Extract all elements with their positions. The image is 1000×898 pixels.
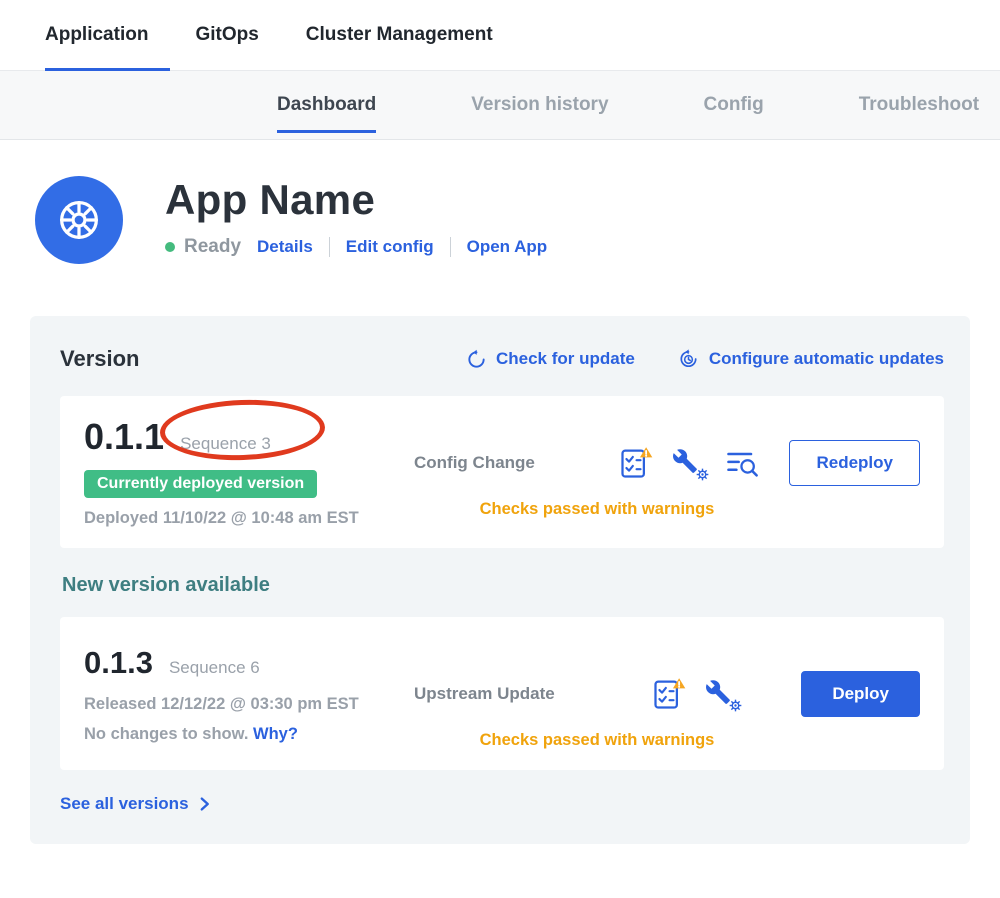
no-changes-line: No changes to show. Why? — [84, 725, 414, 744]
new-version-card: 0.1.3 Sequence 6 Released 12/12/22 @ 03:… — [60, 617, 944, 770]
current-sequence-label: Sequence 3 — [180, 434, 271, 454]
deployed-timestamp: Deployed 11/10/22 @ 10:48 am EST — [84, 509, 414, 528]
new-version-actions: Upstream Update — [414, 637, 920, 750]
primary-nav: Application GitOps Cluster Management — [0, 0, 1000, 71]
app-header-text: App Name Ready Details Edit config Open … — [165, 176, 547, 258]
current-version-number: 0.1.1 — [84, 416, 164, 458]
view-diff-icon[interactable] — [724, 445, 760, 481]
current-version-icons — [589, 445, 789, 481]
app-meta-row: Ready Details Edit config Open App — [165, 236, 547, 258]
gear-icon — [729, 699, 742, 712]
version-section: Version Check for update Configure autom… — [30, 316, 970, 844]
gear-icon — [696, 468, 709, 481]
tab-config[interactable]: Config — [704, 71, 764, 139]
status-label: Ready — [184, 236, 241, 258]
current-checks-status: Checks passed with warnings — [414, 500, 780, 519]
configure-automatic-updates-button[interactable]: Configure automatic updates — [677, 348, 944, 370]
version-section-title: Version — [60, 346, 424, 372]
deploy-button[interactable]: Deploy — [801, 671, 920, 717]
divider — [329, 237, 330, 257]
current-version-actions: Config Change — [414, 416, 920, 528]
released-timestamp: Released 12/12/22 @ 03:30 pm EST — [84, 695, 414, 714]
preflight-checks-warning-icon[interactable] — [618, 445, 654, 481]
no-changes-text: No changes to show. — [84, 725, 248, 743]
new-version-action-row: Upstream Update — [414, 671, 920, 717]
current-version-action-row: Config Change — [414, 440, 920, 486]
new-version-heading: New version available — [62, 574, 944, 597]
app-status: Ready — [165, 236, 241, 258]
new-version-icons — [589, 676, 801, 712]
kubernetes-logo — [35, 176, 123, 264]
why-link[interactable]: Why? — [253, 725, 298, 743]
top-tab-gitops[interactable]: GitOps — [195, 0, 258, 70]
config-wrench-icon[interactable] — [705, 677, 739, 711]
tab-troubleshoot[interactable]: Troubleshoot — [859, 71, 979, 139]
status-dot — [165, 242, 175, 252]
open-app-link[interactable]: Open App — [467, 237, 548, 257]
current-version-card: 0.1.1 Sequence 3 Currently deployed vers… — [60, 396, 944, 548]
current-version-row: 0.1.1 Sequence 3 — [84, 416, 414, 458]
config-wrench-icon[interactable] — [672, 446, 706, 480]
see-all-versions-label: See all versions — [60, 794, 189, 814]
check-for-update-button[interactable]: Check for update — [466, 349, 635, 370]
app-sub-nav: Dashboard Version history Config Trouble… — [0, 71, 1000, 140]
see-all-versions-link[interactable]: See all versions — [60, 794, 211, 814]
divider — [450, 237, 451, 257]
check-for-update-label: Check for update — [496, 349, 635, 369]
chevron-right-icon — [198, 796, 211, 812]
preflight-checks-warning-icon[interactable] — [651, 676, 687, 712]
new-version-info: 0.1.3 Sequence 6 Released 12/12/22 @ 03:… — [84, 637, 414, 750]
app-header: App Name Ready Details Edit config Open … — [0, 140, 1000, 264]
tab-version-history[interactable]: Version history — [471, 71, 608, 139]
new-sequence-label: Sequence 6 — [169, 658, 260, 678]
kubernetes-wheel-icon — [53, 194, 105, 246]
configure-automatic-updates-label: Configure automatic updates — [709, 349, 944, 369]
top-tab-cluster-management[interactable]: Cluster Management — [306, 0, 493, 70]
top-tab-application[interactable]: Application — [45, 0, 148, 70]
edit-config-link[interactable]: Edit config — [346, 237, 434, 257]
deployed-badge: Currently deployed version — [84, 470, 317, 498]
details-link[interactable]: Details — [257, 237, 313, 257]
refresh-icon — [466, 349, 487, 370]
page-title: App Name — [165, 176, 547, 224]
new-version-number: 0.1.3 — [84, 645, 153, 681]
wrench-icon — [705, 679, 731, 705]
current-version-info: 0.1.1 Sequence 3 Currently deployed vers… — [84, 416, 414, 528]
auto-update-clock-icon — [677, 348, 700, 370]
new-change-type: Upstream Update — [414, 684, 589, 704]
current-change-type: Config Change — [414, 453, 589, 473]
version-section-header: Version Check for update Configure autom… — [60, 346, 944, 372]
new-checks-status: Checks passed with warnings — [414, 731, 780, 750]
redeploy-button[interactable]: Redeploy — [789, 440, 920, 486]
new-version-row: 0.1.3 Sequence 6 — [84, 645, 414, 681]
wrench-icon — [672, 448, 698, 474]
tab-dashboard[interactable]: Dashboard — [277, 71, 376, 139]
